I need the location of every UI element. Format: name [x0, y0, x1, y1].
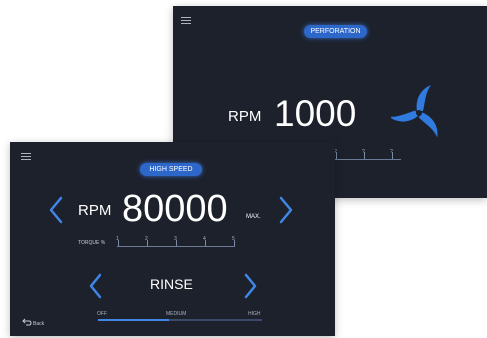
rpm-label: RPM [78, 202, 112, 219]
rpm-value: 1000 [274, 93, 357, 134]
scale-label: ? [390, 149, 393, 155]
menu-icon[interactable] [21, 153, 31, 160]
torque-tick-label: 3 [174, 236, 177, 242]
scale-label: ? [362, 149, 365, 155]
fan-icon [391, 85, 438, 138]
back-label[interactable]: Back [33, 321, 44, 327]
flow-bar-fill [98, 319, 169, 321]
mode-badge[interactable]: PERFORATION [304, 25, 367, 38]
chevron-right-icon[interactable] [244, 273, 258, 299]
back-arrow-icon[interactable] [22, 318, 32, 326]
chevron-left-icon[interactable] [88, 273, 102, 299]
torque-tick-label: 5 [232, 236, 235, 242]
rpm-value: 80000 [122, 188, 228, 230]
flow-bar-track[interactable] [98, 319, 262, 321]
torque-scale-line [117, 246, 235, 247]
mode-badge[interactable]: HIGH SPEED [140, 163, 202, 176]
mode-name: RINSE [150, 276, 193, 292]
flow-label-high: HIGH [248, 311, 261, 317]
max-label: MAX. [246, 214, 261, 220]
torque-label: TORQUE % [78, 240, 106, 246]
rpm-label: RPM [228, 108, 262, 125]
torque-tick-label: 2 [145, 236, 148, 242]
flow-label-medium: MEDIUM [166, 311, 187, 317]
chevron-left-icon[interactable] [48, 196, 64, 224]
high-speed-screen: HIGH SPEED RPM 80000 MAX. TORQUE % 1 2 3… [10, 142, 335, 336]
torque-tick-label: 4 [203, 236, 206, 242]
torque-tick-label: 1 [116, 236, 119, 242]
chevron-right-icon[interactable] [278, 196, 294, 224]
flow-label-off: OFF [97, 311, 107, 317]
menu-icon[interactable] [181, 17, 191, 24]
